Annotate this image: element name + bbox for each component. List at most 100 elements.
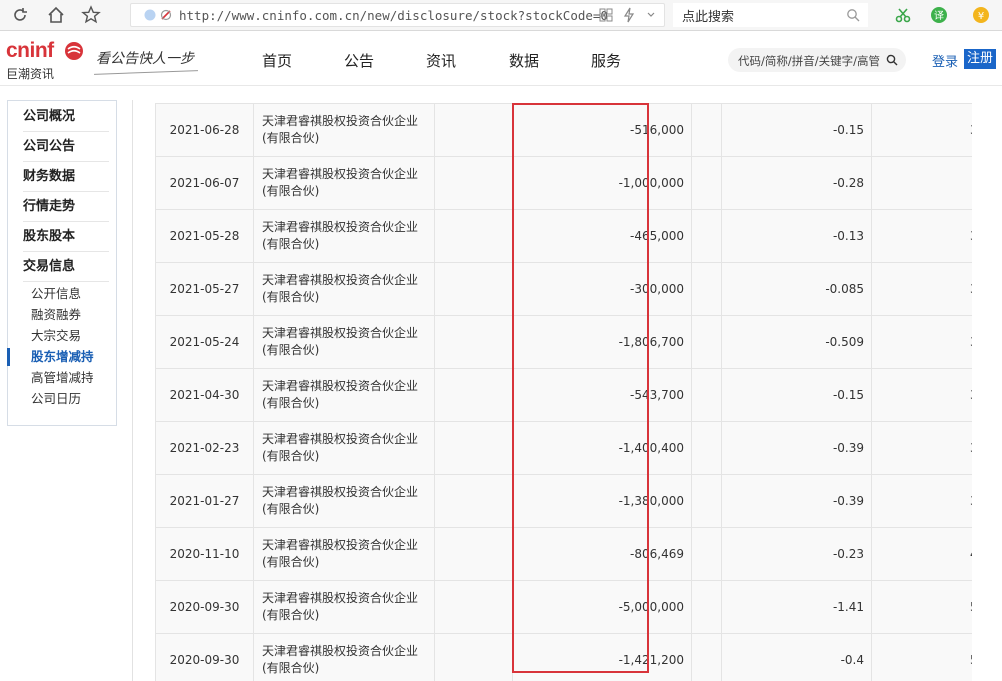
home-icon[interactable]	[45, 4, 67, 26]
url-text[interactable]: http://www.cninfo.com.cn/new/disclosure/…	[179, 8, 608, 23]
change-ratio-cell: -1.41	[721, 580, 872, 634]
table-row: 2021-02-23 天津君睿祺股权投资合伙企业(有限合伙) -1,400,400-…	[155, 421, 972, 475]
change-amount-cell: -543,700	[512, 368, 692, 422]
nav-home[interactable]: 首页	[262, 50, 292, 71]
scissors-icon[interactable]	[892, 4, 914, 26]
sidebar: 公司概况 公司公告 财务数据 行情走势 股东股本 交易信息 公开信息 融资融券 …	[7, 100, 117, 426]
site-search-placeholder: 代码/简称/拼音/关键字/高管	[738, 54, 880, 68]
table-row: 2021-05-28 天津君睿祺股权投资合伙企业(有限合伙) -465,000 -0.…	[155, 209, 972, 263]
empty-cell	[434, 103, 513, 157]
active-indicator	[7, 348, 10, 366]
price-range-cell: 29.54	[871, 156, 972, 210]
empty-cell	[691, 262, 722, 316]
holder-cell: 天津君睿祺股权投资合伙企业(有限合伙)	[253, 368, 435, 422]
register-button[interactable]: 注册	[964, 49, 997, 69]
empty-cell	[434, 156, 513, 210]
sidebar-item-company-overview[interactable]: 公司概况	[23, 102, 109, 132]
price-range-cell: 31.13-32.07	[871, 209, 972, 263]
cninfo-logo[interactable]: cninf 巨潮资讯	[6, 39, 86, 81]
date-cell: 2021-05-28	[155, 209, 254, 263]
address-bar[interactable]: http://www.cninfo.com.cn/new/disclosure/…	[130, 3, 665, 27]
slogan-underline	[94, 70, 198, 75]
nav-announcements[interactable]: 公告	[344, 50, 374, 71]
change-amount-cell: -806,469	[512, 527, 692, 581]
change-amount-cell: -1,000,000	[512, 156, 692, 210]
date-cell: 2021-04-30	[155, 368, 254, 422]
change-ratio-cell: -0.15	[721, 368, 872, 422]
search-icon[interactable]	[842, 4, 864, 26]
sidebar-subitem-margin-trading[interactable]: 融资融券	[31, 305, 81, 325]
empty-cell	[691, 633, 722, 681]
empty-cell	[434, 527, 513, 581]
date-cell: 2021-02-23	[155, 421, 254, 475]
sidebar-item-market-trend[interactable]: 行情走势	[23, 192, 109, 222]
holder-cell: 天津君睿祺股权投资合伙企业(有限合伙)	[253, 103, 435, 157]
holder-cell: 天津君睿祺股权投资合伙企业(有限合伙)	[253, 580, 435, 634]
browser-toolbar: http://www.cninfo.com.cn/new/disclosure/…	[0, 0, 1002, 31]
change-amount-cell: -1,806,700	[512, 315, 692, 369]
date-cell: 2020-09-30	[155, 580, 254, 634]
browser-search-input[interactable]: 点此搜索	[673, 3, 868, 27]
empty-cell	[434, 633, 513, 681]
empty-cell	[691, 421, 722, 475]
change-ratio-cell: -0.085	[721, 262, 872, 316]
site-search-input[interactable]: 代码/简称/拼音/关键字/高管	[728, 48, 906, 72]
table-row: 2020-09-30 天津君睿祺股权投资合伙企业(有限合伙) -1,421,200-…	[155, 633, 972, 681]
empty-cell	[691, 315, 722, 369]
price-range-cell: 30.01-31.05	[871, 103, 972, 157]
sidebar-subitem-shareholder-changes[interactable]: 股东增减持	[31, 347, 94, 367]
empty-cell	[691, 368, 722, 422]
chevron-down-icon[interactable]	[640, 4, 662, 26]
empty-cell	[434, 262, 513, 316]
translate-icon[interactable]: 译	[928, 4, 950, 26]
empty-cell	[691, 580, 722, 634]
bookmark-star-icon[interactable]	[80, 4, 102, 26]
change-amount-cell: -465,000	[512, 209, 692, 263]
change-ratio-cell: -0.23	[721, 527, 872, 581]
empty-cell	[434, 474, 513, 528]
login-link[interactable]: 登录	[932, 51, 958, 70]
slogan: 看公告快人一步	[96, 51, 194, 67]
change-ratio-cell: -0.509	[721, 315, 872, 369]
change-ratio-cell: -0.13	[721, 209, 872, 263]
empty-cell	[691, 474, 722, 528]
table-row: 2021-05-27 天津君睿祺股权投资合伙企业(有限合伙) -300,000 -0.…	[155, 262, 972, 316]
price-range-cell: 30.19-31.77	[871, 368, 972, 422]
price-range-cell: 49.56-53.53	[871, 527, 972, 581]
logo-mark-icon	[65, 42, 83, 60]
sidebar-item-trading-info[interactable]: 交易信息	[23, 252, 109, 282]
logo-subtext: 巨潮资讯	[6, 67, 55, 81]
change-amount-cell: -516,000	[512, 103, 692, 157]
sidebar-subitem-executive-changes[interactable]: 高管增减持	[31, 368, 94, 388]
nav-services[interactable]: 服务	[591, 50, 621, 71]
insecure-icon	[155, 4, 177, 26]
search-icon[interactable]	[886, 54, 898, 66]
holder-cell: 天津君睿祺股权投资合伙企业(有限合伙)	[253, 527, 435, 581]
svg-text:¥: ¥	[978, 11, 984, 22]
sidebar-item-company-announcements[interactable]: 公司公告	[23, 132, 109, 162]
holder-cell: 天津君睿祺股权投资合伙企业(有限合伙)	[253, 633, 435, 681]
empty-cell	[691, 103, 722, 157]
refresh-icon[interactable]	[9, 4, 31, 26]
change-amount-cell: -5,000,000	[512, 580, 692, 634]
empty-cell	[691, 209, 722, 263]
content-divider	[132, 100, 133, 681]
nav-data[interactable]: 数据	[509, 50, 539, 71]
extension-icon[interactable]: ¥	[970, 4, 992, 26]
sidebar-subitem-company-calendar[interactable]: 公司日历	[31, 389, 81, 409]
empty-cell	[691, 527, 722, 581]
nav-news[interactable]: 资讯	[426, 50, 456, 71]
sidebar-item-financial-data[interactable]: 财务数据	[23, 162, 109, 192]
change-amount-cell: -1,421,200	[512, 633, 692, 681]
date-cell: 2021-01-27	[155, 474, 254, 528]
lightning-icon[interactable]	[618, 4, 640, 26]
grid-icon[interactable]	[595, 4, 617, 26]
empty-cell	[434, 315, 513, 369]
table-row: 2021-04-30 天津君睿祺股权投资合伙企业(有限合伙) -543,700 -0.…	[155, 368, 972, 422]
sidebar-item-shareholders[interactable]: 股东股本	[23, 222, 109, 252]
sidebar-subitem-public-info[interactable]: 公开信息	[31, 284, 81, 304]
sidebar-subitem-block-trade[interactable]: 大宗交易	[31, 326, 81, 346]
table-row: 2020-09-30 天津君睿祺股权投资合伙企业(有限合伙) -5,000,000-…	[155, 580, 972, 634]
price-range-cell: 30.35-34.40	[871, 262, 972, 316]
shareholder-changes-table: 2021-06-28 天津君睿祺股权投资合伙企业(有限合伙) -516,000 -0.…	[155, 103, 972, 681]
